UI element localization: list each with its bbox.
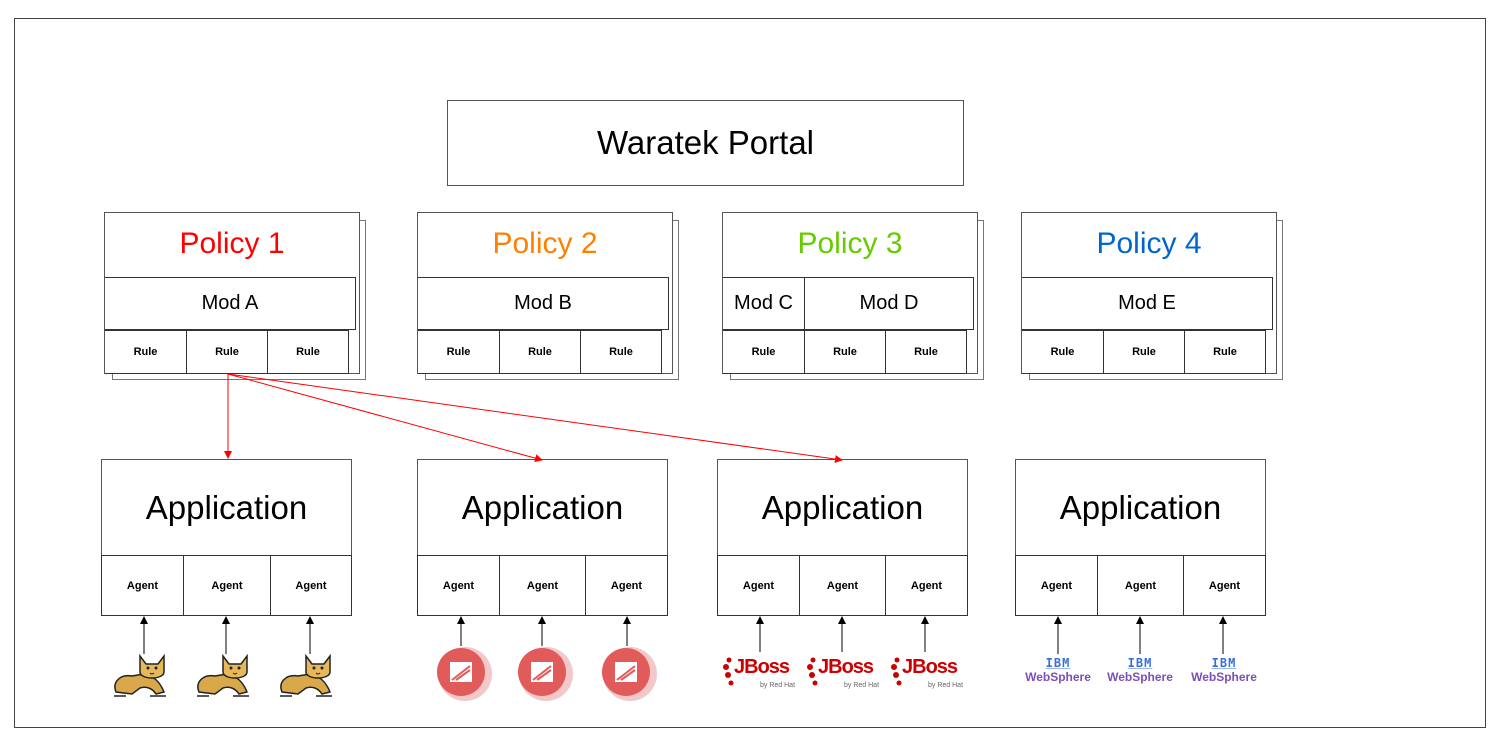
websphere-name-text: WebSphere xyxy=(1191,670,1257,684)
jboss-icon: JBoss by Red Hat xyxy=(722,652,798,694)
websphere-icon: IBM WebSphere xyxy=(1018,656,1098,684)
websphere-name-text: WebSphere xyxy=(1107,670,1173,684)
websphere-ibm-text: IBM xyxy=(1127,656,1153,670)
jboss-icon: JBoss by Red Hat xyxy=(890,652,966,694)
arrow-rule-to-app-3 xyxy=(227,373,843,463)
openliberty-icon xyxy=(437,647,492,701)
arrow-rule-to-app-2 xyxy=(227,373,543,463)
websphere-icon: IBM WebSphere xyxy=(1184,656,1264,684)
openliberty-icon xyxy=(602,647,657,701)
policy-to-application-arrows xyxy=(224,373,843,463)
jboss-text: JBoss xyxy=(818,656,874,678)
connector-arrows xyxy=(140,373,1227,654)
tomcat-icon xyxy=(280,653,332,697)
websphere-icon: IBM WebSphere xyxy=(1100,656,1180,684)
tomcat-icon xyxy=(197,653,249,697)
jboss-subtext: by Red Hat xyxy=(844,682,880,689)
websphere-name-text: WebSphere xyxy=(1025,670,1091,684)
jboss-icon: JBoss by Red Hat xyxy=(806,652,882,694)
jboss-subtext: by Red Hat xyxy=(760,682,796,689)
openliberty-icon xyxy=(518,647,573,701)
jboss-text: JBoss xyxy=(734,656,790,678)
server-to-agent-arrows xyxy=(140,616,1227,654)
websphere-ibm-text: IBM xyxy=(1211,656,1237,670)
jboss-text: JBoss xyxy=(902,656,958,678)
tomcat-icon xyxy=(114,653,166,697)
jboss-subtext: by Red Hat xyxy=(928,682,964,689)
websphere-ibm-text: IBM xyxy=(1045,656,1071,670)
